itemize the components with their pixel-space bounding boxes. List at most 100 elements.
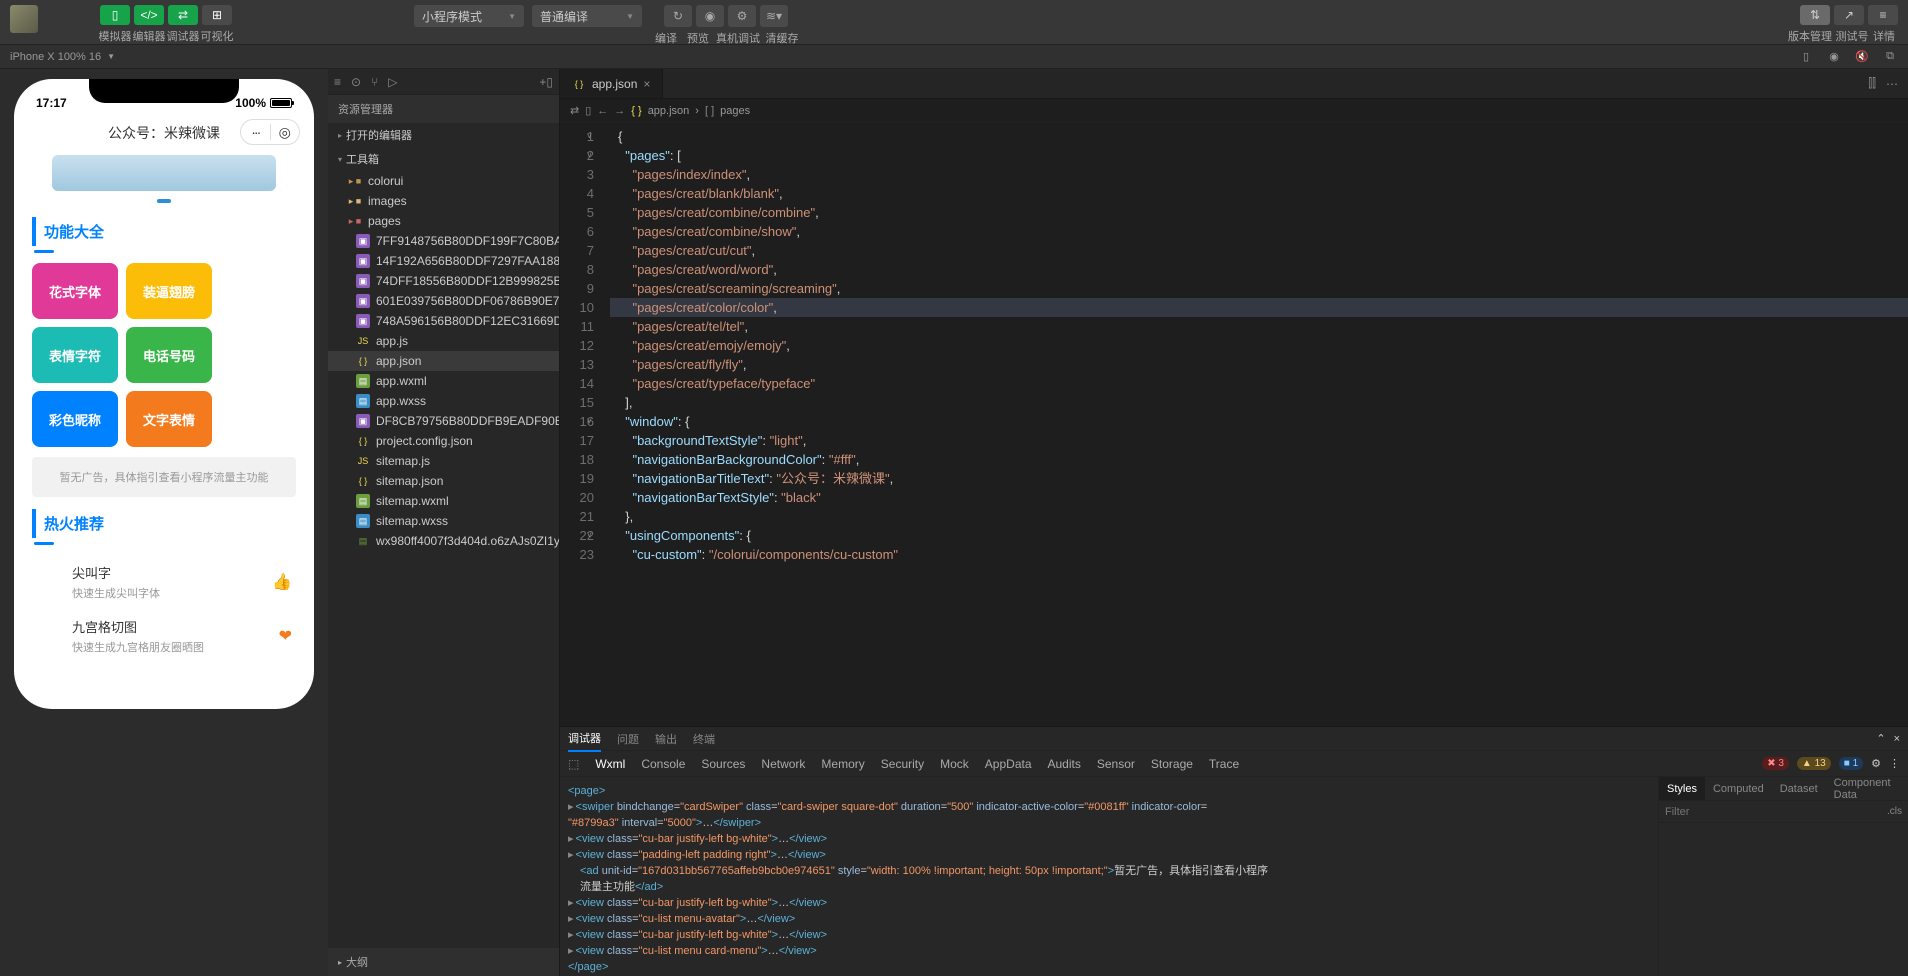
bc-file[interactable]: app.json bbox=[648, 105, 690, 117]
dt2-sensor[interactable]: Sensor bbox=[1097, 757, 1135, 771]
code-editor[interactable]: 1˅2˅345678910111213141516˅171819202122˅2… bbox=[560, 123, 1908, 726]
dt-close-icon[interactable]: × bbox=[1894, 733, 1900, 745]
version-manage-button[interactable]: ⇅ bbox=[1800, 5, 1830, 25]
tree-item[interactable]: JSsitemap.js bbox=[328, 451, 559, 471]
dt-inspect-icon[interactable]: ⬚ bbox=[568, 757, 579, 771]
compile-select[interactable]: 普通编译▼ bbox=[532, 5, 642, 27]
dt2-audits[interactable]: Audits bbox=[1048, 757, 1081, 771]
tree-item[interactable]: ▸ ■pages bbox=[328, 211, 559, 231]
tree-search-icon[interactable]: ⊙ bbox=[351, 75, 361, 89]
tree-item[interactable]: ▣601E039756B80DDF06786B90E78CE94... bbox=[328, 291, 559, 311]
compile-button[interactable]: ↻ bbox=[664, 5, 692, 27]
details-button[interactable]: ≡ bbox=[1868, 5, 1898, 25]
split-editor-icon[interactable]: ⫿⫿ bbox=[1868, 76, 1876, 91]
close-icon[interactable]: × bbox=[643, 77, 650, 91]
dt2-console[interactable]: Console bbox=[641, 757, 685, 771]
dt2-wxml[interactable]: Wxml bbox=[595, 757, 625, 771]
editor-tab-appjson[interactable]: { } app.json × bbox=[560, 69, 663, 98]
more-actions-icon[interactable]: ⋯ bbox=[1886, 77, 1898, 91]
bc-toggle-icon[interactable]: ⇄ bbox=[570, 104, 579, 117]
tree-item[interactable]: ▤app.wxss bbox=[328, 391, 559, 411]
info-badge[interactable]: ■ 1 bbox=[1839, 757, 1863, 770]
preview-button[interactable]: ◉ bbox=[696, 5, 724, 27]
tree-open-editors[interactable]: ▸打开的编辑器 bbox=[328, 123, 559, 147]
hot-list-item[interactable]: 多图拼接支持横向和竖直图片合并🔥 bbox=[32, 663, 296, 671]
tree-outline[interactable]: ▸大纲 bbox=[328, 948, 559, 976]
capsule-close-icon[interactable]: ◎ bbox=[271, 124, 300, 141]
clear-cache-button[interactable]: ≋▾ bbox=[760, 5, 788, 27]
dt-collapse-icon[interactable]: ⌃ bbox=[1876, 732, 1885, 745]
hot-list-item[interactable]: 九宫格切图快速生成九宫格朋友圈晒图❤ bbox=[32, 609, 296, 663]
capsule-menu-icon[interactable]: ··· bbox=[241, 124, 271, 140]
hot-list-item[interactable]: 尖叫字快速生成尖叫字体👍 bbox=[32, 555, 296, 609]
tree-item[interactable]: ▣74DFF18556B80DDF12B999825B7CE94... bbox=[328, 271, 559, 291]
dt-tab-terminal[interactable]: 终端 bbox=[693, 727, 715, 751]
dt2-trace[interactable]: Trace bbox=[1209, 757, 1239, 771]
tree-item[interactable]: { }app.json bbox=[328, 351, 559, 371]
styles-tab-dataset[interactable]: Dataset bbox=[1772, 777, 1826, 800]
mode-select[interactable]: 小程序模式▼ bbox=[414, 5, 524, 27]
error-badge[interactable]: ✖ 3 bbox=[1762, 757, 1789, 770]
styles-filter-input[interactable] bbox=[1665, 806, 1887, 818]
feature-card[interactable]: 花式字体 bbox=[32, 263, 118, 319]
cls-toggle[interactable]: .cls bbox=[1887, 806, 1902, 817]
remote-debug-button[interactable]: ⚙ bbox=[728, 5, 756, 27]
tree-item[interactable]: JSapp.js bbox=[328, 331, 559, 351]
dt2-sources[interactable]: Sources bbox=[701, 757, 745, 771]
bc-path[interactable]: pages bbox=[720, 105, 750, 117]
bc-back-icon[interactable]: ← bbox=[597, 105, 608, 117]
bc-bookmark-icon[interactable]: ▯ bbox=[585, 104, 591, 117]
styles-tab-styles[interactable]: Styles bbox=[1659, 777, 1705, 800]
tree-item[interactable]: ▤wx980ff4007f3d404d.o6zAJs0ZI1y8o-5... bbox=[328, 531, 559, 551]
mute-icon[interactable]: 🔇 bbox=[1854, 49, 1870, 65]
tree-item[interactable]: ▤sitemap.wxml bbox=[328, 491, 559, 511]
device-rotate-icon[interactable]: ▯ bbox=[1798, 49, 1814, 65]
visual-toggle[interactable]: ⊞ bbox=[202, 5, 232, 25]
popout-icon[interactable]: ⧉ bbox=[1882, 49, 1898, 65]
feature-card[interactable]: 表情字符 bbox=[32, 327, 118, 383]
tree-item[interactable]: ▤sitemap.wxss bbox=[328, 511, 559, 531]
dt-tab-problems[interactable]: 问题 bbox=[617, 727, 639, 751]
tree-item[interactable]: ▣748A596156B80DDF12EC31669DBCE9... bbox=[328, 311, 559, 331]
dom-tree[interactable]: <page>▸<swiper bindchange="cardSwiper" c… bbox=[560, 777, 1658, 976]
dt2-memory[interactable]: Memory bbox=[821, 757, 864, 771]
dt2-security[interactable]: Security bbox=[881, 757, 924, 771]
device-select[interactable]: iPhone X 100% 16 bbox=[10, 51, 101, 63]
editor-toggle[interactable]: </> bbox=[134, 5, 164, 25]
debugger-toggle[interactable]: ⇄ bbox=[168, 5, 198, 25]
feature-card[interactable]: 装逼翅膀 bbox=[126, 263, 212, 319]
swiper-banner[interactable] bbox=[52, 155, 276, 191]
tree-menu-icon[interactable]: ≡ bbox=[334, 75, 341, 89]
tree-add-icon[interactable]: +▯ bbox=[539, 75, 553, 89]
dt2-mock[interactable]: Mock bbox=[940, 757, 969, 771]
tree-item[interactable]: ▤app.wxml bbox=[328, 371, 559, 391]
tree-item[interactable]: ▸ ■colorui bbox=[328, 171, 559, 191]
tree-item[interactable]: ▣7FF9148756B80DDF199F7C80BAACE94... bbox=[328, 231, 559, 251]
capsule-button[interactable]: ···◎ bbox=[240, 119, 300, 145]
phone-body[interactable]: 功能大全 花式字体装逼翅膀表情字符电话号码彩色昵称文字表情 暂无广告，具体指引查… bbox=[24, 151, 304, 671]
styles-tab-computed[interactable]: Computed bbox=[1705, 777, 1772, 800]
tree-debug-icon[interactable]: ▷ bbox=[388, 75, 397, 89]
dt2-appdata[interactable]: AppData bbox=[985, 757, 1032, 771]
feature-card[interactable]: 文字表情 bbox=[126, 391, 212, 447]
record-icon[interactable]: ◉ bbox=[1826, 49, 1842, 65]
bc-forward-icon[interactable]: → bbox=[614, 105, 625, 117]
dt-settings-icon[interactable]: ⚙ bbox=[1871, 757, 1881, 770]
test-account-button[interactable]: ↗ bbox=[1834, 5, 1864, 25]
tree-toolbox[interactable]: ▾工具箱 bbox=[328, 147, 559, 171]
feature-card[interactable]: 电话号码 bbox=[126, 327, 212, 383]
dt-more-icon[interactable]: ⋮ bbox=[1889, 757, 1900, 770]
dt2-storage[interactable]: Storage bbox=[1151, 757, 1193, 771]
tree-item[interactable]: ▣14F192A656B80DDF7297FAA1889CE9... bbox=[328, 251, 559, 271]
dt2-network[interactable]: Network bbox=[761, 757, 805, 771]
tree-item[interactable]: ▣DF8CB79756B80DDFB9EADF90EECCE9... bbox=[328, 411, 559, 431]
feature-card[interactable]: 彩色昵称 bbox=[32, 391, 118, 447]
tree-item[interactable]: { }project.config.json bbox=[328, 431, 559, 451]
styles-tab-component[interactable]: Component Data bbox=[1826, 777, 1908, 800]
dt-tab-debugger[interactable]: 调试器 bbox=[568, 726, 601, 752]
warn-badge[interactable]: ▲ 13 bbox=[1797, 757, 1831, 770]
project-avatar[interactable] bbox=[10, 5, 38, 33]
tree-item[interactable]: ▸ ■images bbox=[328, 191, 559, 211]
tree-branch-icon[interactable]: ⑂ bbox=[371, 75, 378, 89]
simulator-toggle[interactable]: ▯ bbox=[100, 5, 130, 25]
